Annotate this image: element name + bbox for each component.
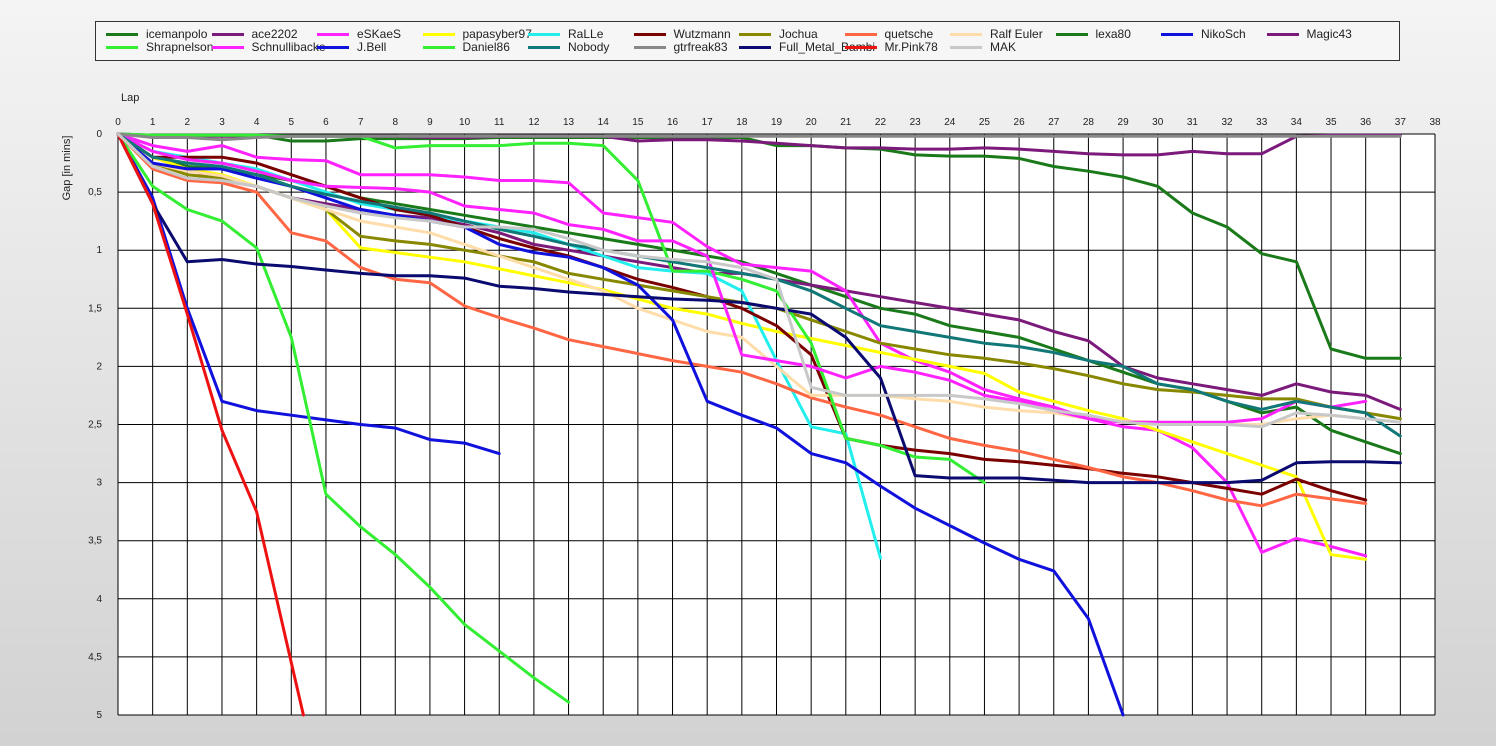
y-tick-label: 4 (96, 594, 102, 605)
x-tick-label: 25 (979, 117, 991, 128)
x-tick-label: 17 (702, 117, 714, 128)
x-tick-label: 3 (219, 117, 225, 128)
x-tick-label: 22 (875, 117, 887, 128)
x-tick-label: 35 (1325, 117, 1337, 128)
y-axis-title: Gap [in mins] (61, 136, 73, 201)
y-tick-label: 0 (96, 129, 102, 140)
x-tick-label: 15 (632, 117, 644, 128)
x-tick-label: 21 (840, 117, 852, 128)
x-tick-label: 26 (1014, 117, 1026, 128)
x-tick-label: 19 (771, 117, 783, 128)
x-tick-label: 5 (289, 117, 295, 128)
y-tick-label: 1,5 (88, 303, 102, 314)
x-tick-label: 28 (1083, 117, 1095, 128)
y-tick-label: 2,5 (88, 420, 102, 431)
x-tick-label: 31 (1187, 117, 1199, 128)
x-tick-label: 29 (1118, 117, 1130, 128)
x-tick-label: 6 (323, 117, 329, 128)
x-tick-label: 38 (1429, 117, 1441, 128)
x-tick-label: 20 (806, 117, 818, 128)
x-tick-label: 27 (1048, 117, 1060, 128)
x-tick-label: 1 (150, 117, 156, 128)
x-tick-label: 13 (563, 117, 575, 128)
x-tick-label: 10 (459, 117, 471, 128)
x-tick-label: 23 (910, 117, 922, 128)
y-tick-label: 2 (96, 361, 102, 372)
x-tick-label: 14 (598, 117, 610, 128)
x-tick-label: 12 (528, 117, 540, 128)
line-chart: 0 1 2 3 4 5 6 7 8 9 10 11 12 13 14 15 16 17 18 19 20 21 22 23 24… (61, 92, 1441, 721)
y-tick-label: 1 (96, 245, 102, 256)
x-axis-title: Lap (121, 92, 139, 104)
x-tick-label: 33 (1256, 117, 1268, 128)
x-tick-label: 11 (494, 117, 505, 128)
x-tick-label: 0 (115, 117, 121, 128)
x-tick-label: 34 (1291, 117, 1303, 128)
x-tick-label: 8 (392, 117, 398, 128)
x-tick-label: 32 (1221, 117, 1233, 128)
y-tick-label: 5 (96, 710, 102, 721)
y-tick-label: 0,5 (88, 187, 102, 198)
x-tick-label: 24 (944, 117, 956, 128)
x-tick-label: 4 (254, 117, 260, 128)
y-tick-label: 4,5 (88, 652, 102, 663)
x-tick-label: 16 (667, 117, 679, 128)
x-tick-label: 36 (1360, 117, 1372, 128)
x-tick-label: 2 (185, 117, 191, 128)
x-tick-label: 7 (358, 117, 364, 128)
x-tick-label: 9 (427, 117, 433, 128)
x-tick-label: 30 (1152, 117, 1164, 128)
y-tick-label: 3,5 (88, 536, 102, 547)
y-tick-label: 3 (96, 478, 102, 489)
x-tick-label: 18 (736, 117, 748, 128)
x-tick-label: 37 (1395, 117, 1407, 128)
